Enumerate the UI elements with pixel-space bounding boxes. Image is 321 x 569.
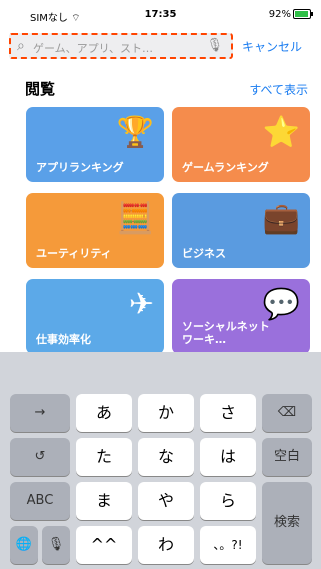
key-ma[interactable]: ま (76, 482, 132, 520)
category-label: アプリランキング (36, 161, 124, 174)
category-tile-game-ranking[interactable]: ⭐ ゲームランキング (172, 107, 310, 182)
key-ka[interactable]: か (138, 394, 194, 432)
search-input[interactable]: ゲーム、アプリ、スト… (33, 40, 153, 56)
key-ra[interactable]: ら (200, 482, 256, 520)
key-ya[interactable]: や (138, 482, 194, 520)
key-na[interactable]: な (138, 438, 194, 476)
category-tile-productivity[interactable]: ✈ 仕事効率化 (26, 279, 164, 354)
undo-key[interactable]: ↺ (10, 438, 70, 476)
category-tile-app-ranking[interactable]: 🏆 アプリランキング (26, 107, 164, 182)
key-ta[interactable]: た (76, 438, 132, 476)
delete-key[interactable]: ⌫ (262, 394, 312, 432)
globe-icon[interactable]: 🌐 (10, 526, 38, 564)
keyboard: → あ か さ ⌫ ↺ た な は 空白 ABC ま や ら 検索 🌐 🎙 ^^… (0, 352, 321, 569)
key-sa[interactable]: さ (200, 394, 256, 432)
category-label: ユーティリティ (36, 247, 112, 260)
status-bar: SIMなし ⌔ 17:35 92% (0, 0, 321, 28)
key-emoticon[interactable]: ^^ (76, 526, 132, 564)
battery-icon (293, 9, 313, 19)
microphone-key-icon[interactable]: 🎙 (42, 526, 70, 564)
section-title: 閲覧 (25, 80, 56, 98)
key-wa[interactable]: わ (138, 526, 194, 564)
category-tile-social-networking[interactable]: 💬 ソーシャルネットワーキ… (172, 279, 310, 354)
podium-star-icon: 🏆 (116, 115, 154, 150)
key-a[interactable]: あ (76, 394, 132, 432)
category-label: ゲームランキング (182, 161, 269, 174)
battery-indicator: 92% (269, 9, 313, 20)
category-tile-business[interactable]: 💼 ビジネス (172, 193, 310, 268)
key-punctuation[interactable]: 、。?! (200, 526, 256, 564)
cancel-button[interactable]: キャンセル (242, 38, 302, 55)
category-label: ソーシャルネットワーキ… (182, 320, 270, 346)
search-key[interactable]: 検索 (262, 482, 312, 564)
space-key[interactable]: 空白 (262, 438, 312, 476)
microphone-icon[interactable]: 🎙 (206, 38, 223, 53)
next-candidate-key[interactable]: → (10, 394, 70, 432)
podium-star-icon: ⭐ (262, 115, 300, 150)
category-tile-utilities[interactable]: 🧮 ユーティリティ (26, 193, 164, 268)
paper-plane-icon: ✈ (128, 287, 154, 322)
show-all-link[interactable]: すべて表示 (249, 81, 308, 98)
category-label: ビジネス (182, 247, 226, 260)
key-ha[interactable]: は (200, 438, 256, 476)
abc-key[interactable]: ABC (10, 482, 70, 520)
speech-bubbles-icon: 💬 (262, 287, 300, 322)
search-field[interactable]: ⌕ ゲーム、アプリ、スト… 🎙 (9, 33, 233, 59)
briefcase-icon: 💼 (262, 201, 300, 236)
search-icon: ⌕ (17, 38, 25, 54)
calculator-icon: 🧮 (116, 201, 154, 236)
category-label: 仕事効率化 (36, 333, 91, 346)
